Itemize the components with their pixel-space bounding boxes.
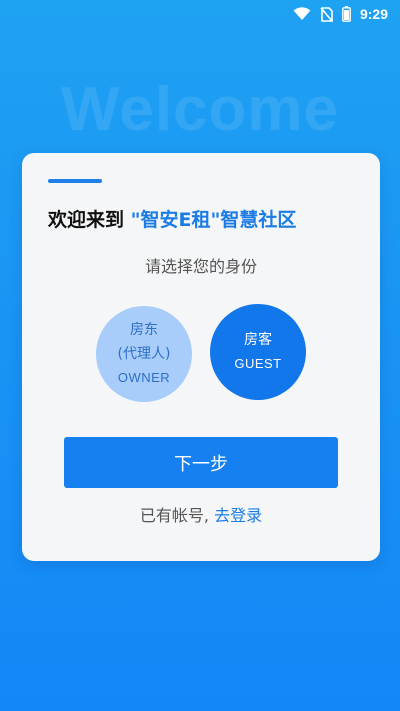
status-time: 9:29: [359, 6, 388, 22]
next-step-button[interactable]: 下一步: [64, 437, 338, 488]
role-guest-en: GUEST: [234, 356, 282, 371]
page-title: 欢迎来到 "智安E租"智慧社区: [48, 205, 296, 232]
status-bar: 9:29: [0, 0, 400, 28]
accent-bar: [48, 179, 102, 183]
select-identity-prompt: 请选择您的身份: [144, 257, 257, 276]
role-owner-label: 房东: [130, 322, 158, 338]
has-account-text: 已有帐号,: [139, 506, 209, 525]
wifi-icon: [293, 7, 311, 20]
role-owner-button[interactable]: 房东 (代理人) OWNER: [96, 306, 192, 402]
heading-brand: "智安E租"智慧社区: [130, 209, 297, 231]
welcome-background-text: Welcome: [60, 75, 340, 144]
heading-prefix: 欢迎来到: [48, 209, 125, 231]
login-link[interactable]: 去登录: [214, 506, 262, 525]
battery-icon: [342, 6, 351, 22]
identity-card: 欢迎来到 "智安E租"智慧社区 请选择您的身份 房东 (代理人) OWNER 房…: [22, 153, 380, 561]
role-owner-sublabel: (代理人): [117, 346, 171, 362]
login-prompt: 已有帐号, 去登录: [22, 502, 380, 526]
role-guest-button[interactable]: 房客 GUEST: [210, 304, 306, 400]
role-guest-label: 房客: [244, 332, 272, 348]
role-owner-en: OWNER: [117, 370, 171, 385]
no-sim-icon: [320, 6, 333, 22]
